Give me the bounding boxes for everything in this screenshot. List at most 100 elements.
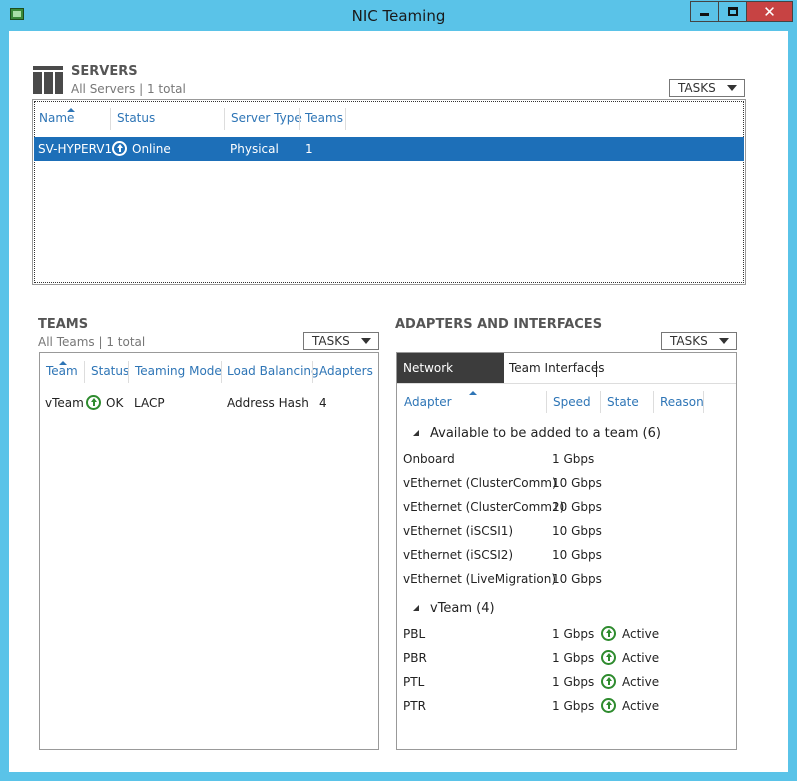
close-icon: ✕	[763, 2, 776, 21]
servers-tasks-button[interactable]: TASKS	[669, 79, 745, 97]
adapter-speed: 1 Gbps	[552, 651, 595, 665]
adapter-speed: 10 Gbps	[552, 500, 602, 514]
teams-list[interactable]: Team Status Teaming Mode Load Balancing …	[39, 352, 379, 750]
column-header-adapters[interactable]: Adapters	[319, 364, 373, 378]
column-header-teaming-mode[interactable]: Teaming Mode	[135, 364, 222, 378]
adapter-name: vEthernet (ClusterComm)	[403, 476, 557, 490]
adapter-name: PTR	[403, 699, 426, 713]
column-header-adapter[interactable]: Adapter	[404, 395, 452, 409]
client-area: SERVERS All Servers | 1 total TASKS Name…	[9, 31, 788, 772]
adapter-speed: 1 Gbps	[552, 627, 595, 641]
server-name: SV-HYPERV1	[38, 142, 113, 156]
column-header-status[interactable]: Status	[117, 111, 155, 125]
server-status: Online	[132, 142, 171, 156]
adapter-speed: 10 Gbps	[552, 572, 602, 586]
team-load-balancing: Address Hash	[227, 396, 309, 410]
list-item[interactable]: vEthernet (iSCSI2) 10 Gbps	[397, 543, 736, 567]
server-teams: 1	[305, 142, 313, 156]
group-vteam[interactable]: vTeam (4)	[397, 598, 736, 620]
column-header-load-balancing[interactable]: Load Balancing	[227, 364, 319, 378]
list-item[interactable]: PTL 1 Gbps Active	[397, 670, 736, 694]
chevron-down-icon	[361, 338, 371, 344]
chevron-down-icon	[727, 85, 737, 91]
tab-network-adapters[interactable]: Network Adapters	[397, 353, 504, 405]
team-status: OK	[106, 396, 124, 410]
group-label: Available to be added to a team (6)	[430, 426, 661, 441]
server-type: Physical	[230, 142, 279, 156]
list-item[interactable]: vEthernet (ClusterComm) 10 Gbps	[397, 471, 736, 495]
adapter-speed: 10 Gbps	[552, 524, 602, 538]
servers-tasks-label: TASKS	[678, 81, 716, 95]
list-item[interactable]: Onboard 1 Gbps	[397, 447, 736, 471]
column-header-teams[interactable]: Teams	[305, 111, 343, 125]
adapter-state: Active	[622, 675, 660, 689]
team-adapters: 4	[319, 396, 327, 410]
title-bar[interactable]: NIC Teaming ✕	[0, 0, 797, 31]
adapter-name: Onboard	[403, 452, 455, 466]
minimize-icon	[700, 13, 709, 16]
list-item[interactable]: PBR 1 Gbps Active	[397, 646, 736, 670]
maximize-button[interactable]	[718, 1, 746, 22]
active-status-icon	[601, 698, 616, 713]
teams-title: TEAMS	[38, 317, 89, 332]
list-item[interactable]: vEthernet (ClusterComm2) 10 Gbps	[397, 495, 736, 519]
column-header-server-type[interactable]: Server Type	[231, 111, 302, 125]
column-header-speed[interactable]: Speed	[553, 395, 591, 409]
window-title: NIC Teaming	[351, 7, 446, 25]
adapter-state: Active	[622, 627, 660, 641]
adapter-state: Active	[622, 651, 660, 665]
table-row[interactable]: vTeam OK LACP Address Hash 4	[41, 391, 377, 415]
adapter-name: PBR	[403, 651, 427, 665]
close-button[interactable]: ✕	[746, 1, 793, 22]
adapter-speed: 10 Gbps	[552, 548, 602, 562]
adapter-speed: 1 Gbps	[552, 452, 595, 466]
online-status-icon	[112, 141, 127, 156]
column-header-name[interactable]: Name	[39, 111, 74, 125]
teams-tasks-button[interactable]: TASKS	[303, 332, 379, 350]
active-status-icon	[601, 650, 616, 665]
adapters-tasks-button[interactable]: TASKS	[661, 332, 737, 350]
servers-icon	[33, 66, 63, 94]
column-header-reason[interactable]: Reason	[660, 395, 704, 409]
tab-team-interfaces[interactable]: Team Interfaces	[509, 353, 605, 383]
minimize-button[interactable]	[690, 1, 718, 22]
active-status-icon	[601, 626, 616, 641]
adapters-title: ADAPTERS AND INTERFACES	[395, 317, 603, 332]
ok-status-icon	[86, 395, 101, 410]
adapter-speed: 1 Gbps	[552, 675, 595, 689]
adapter-name: PTL	[403, 675, 425, 689]
list-item[interactable]: vEthernet (iSCSI1) 10 Gbps	[397, 519, 736, 543]
servers-title: SERVERS	[71, 64, 138, 79]
adapters-tasks-label: TASKS	[670, 334, 708, 348]
list-item[interactable]: PTR 1 Gbps Active	[397, 694, 736, 718]
servers-list[interactable]: Name Status Server Type Teams SV-HYPERV1…	[32, 99, 746, 285]
chevron-down-icon	[719, 338, 729, 344]
adapter-speed: 1 Gbps	[552, 699, 595, 713]
team-name: vTeam	[45, 396, 84, 410]
teams-tasks-label: TASKS	[312, 334, 350, 348]
column-header-state[interactable]: State	[607, 395, 639, 409]
teams-subtitle: All Teams | 1 total	[38, 335, 146, 349]
adapter-name: PBL	[403, 627, 426, 641]
table-row[interactable]: SV-HYPERV1 Online Physical 1	[34, 137, 744, 161]
collapse-icon[interactable]	[413, 430, 419, 436]
adapters-list[interactable]: Network Adapters Team Interfaces Adapter…	[396, 352, 737, 750]
column-header-team[interactable]: Team	[46, 364, 78, 378]
active-status-icon	[601, 674, 616, 689]
group-label: vTeam (4)	[430, 601, 495, 616]
collapse-icon[interactable]	[413, 605, 419, 611]
adapter-state: Active	[622, 699, 660, 713]
list-item[interactable]: vEthernet (LiveMigration) 10 Gbps	[397, 567, 736, 591]
adapter-name: vEthernet (iSCSI2)	[403, 548, 514, 562]
adapter-name: vEthernet (ClusterComm2)	[403, 500, 565, 514]
servers-subtitle: All Servers | 1 total	[71, 82, 186, 96]
team-teaming-mode: LACP	[134, 396, 165, 410]
list-item[interactable]: PBL 1 Gbps Active	[397, 622, 736, 646]
adapter-name: vEthernet (iSCSI1)	[403, 524, 514, 538]
group-available[interactable]: Available to be added to a team (6)	[397, 423, 736, 445]
sort-ascending-icon	[469, 391, 477, 395]
maximize-icon	[727, 7, 738, 16]
column-header-status[interactable]: Status	[91, 364, 129, 378]
adapter-name: vEthernet (LiveMigration)	[403, 572, 557, 586]
adapter-speed: 10 Gbps	[552, 476, 602, 490]
